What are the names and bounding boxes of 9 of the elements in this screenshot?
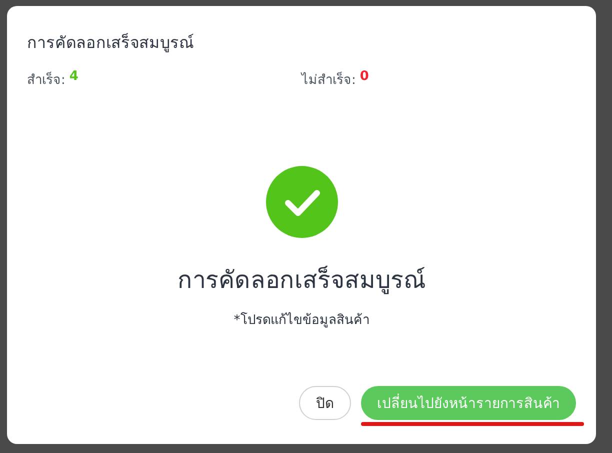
stat-label: ไม่สำเร็จ:	[302, 70, 356, 90]
stat-label: สำเร็จ:	[27, 70, 66, 90]
stat-value: 4	[69, 69, 78, 86]
success-heading: การคัดลอกเสร็จสมบูรณ์	[178, 264, 426, 296]
close-button[interactable]: ปิด	[299, 386, 351, 420]
success-check-icon	[266, 166, 338, 238]
dialog-title: การคัดลอกเสร็จสมบูรณ์	[27, 32, 195, 54]
note-text: *โปรดแก้ไขข้อมูลสินค้า	[234, 311, 370, 330]
stat-value: 0	[360, 69, 369, 86]
